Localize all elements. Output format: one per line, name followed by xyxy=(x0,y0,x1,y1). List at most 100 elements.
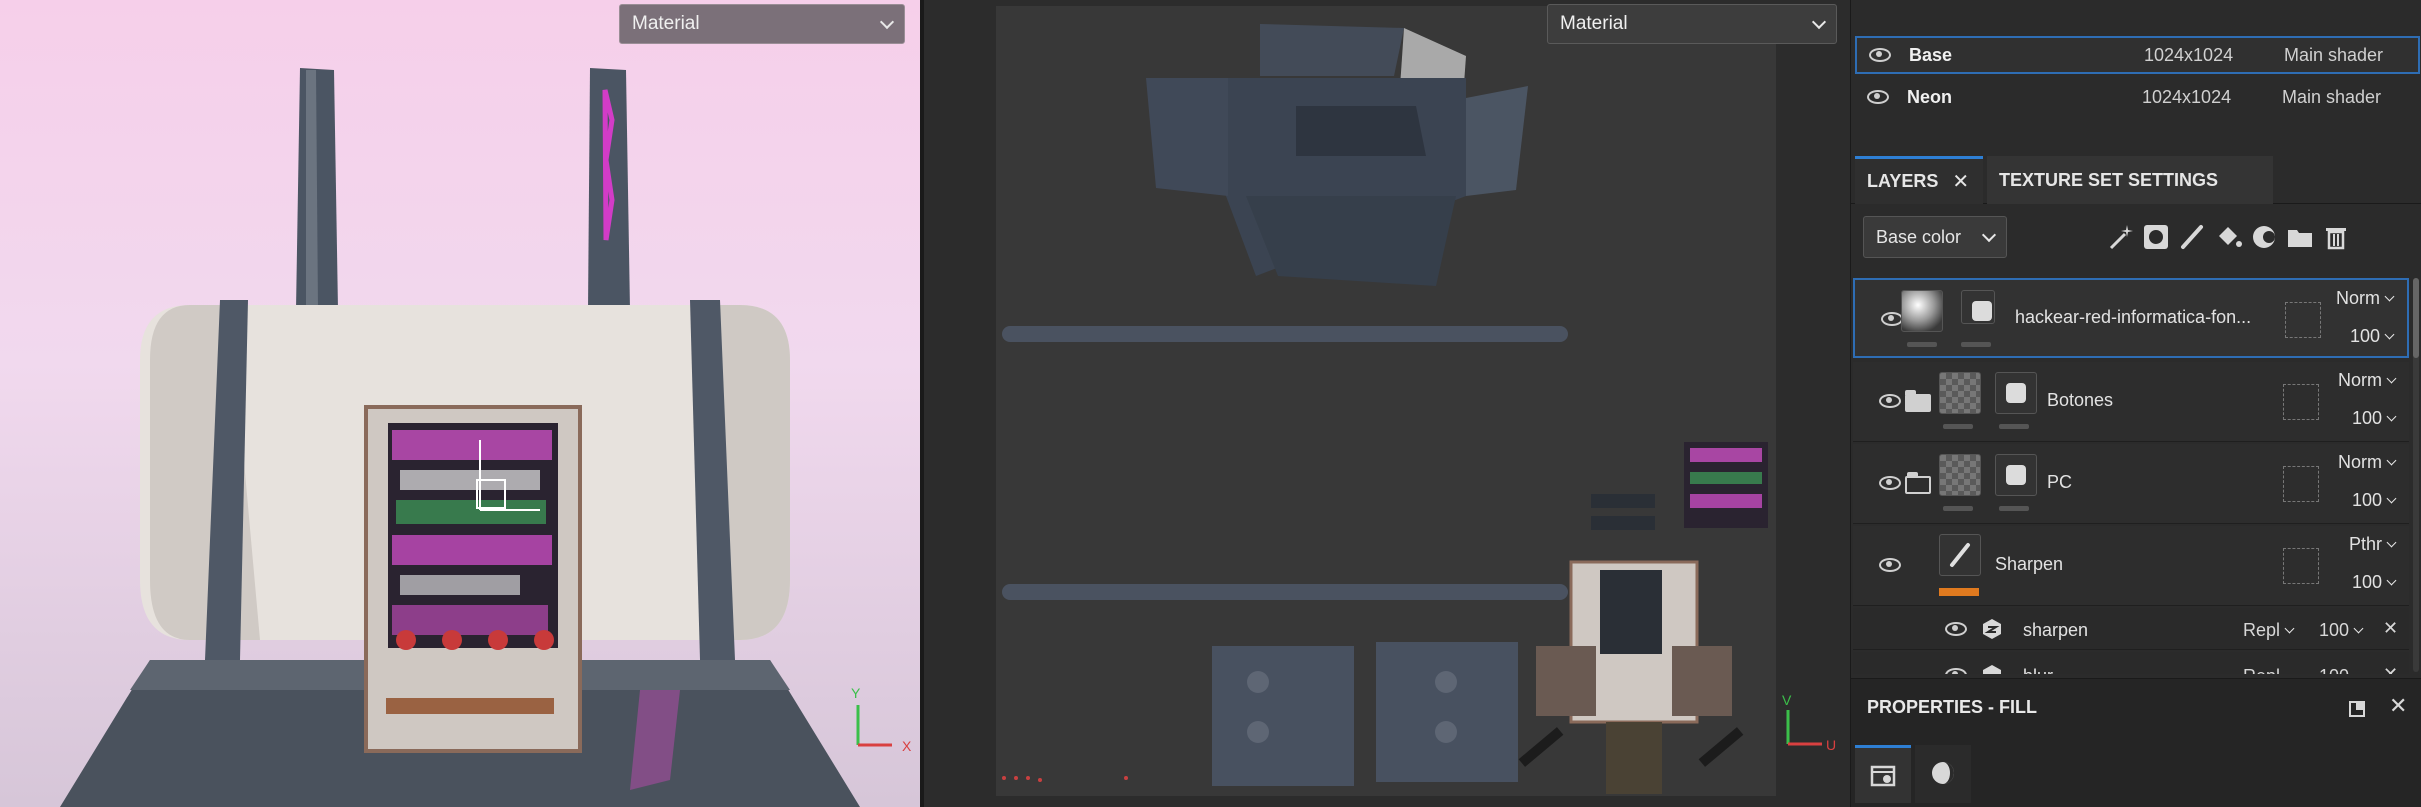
visibility-eye-icon[interactable] xyxy=(1879,476,1901,490)
visibility-eye-icon[interactable] xyxy=(1881,312,1903,326)
viewport-mode-select-3d[interactable]: Material xyxy=(619,4,905,44)
uv-islands xyxy=(1002,24,1768,794)
3d-viewport[interactable]: Y X Material xyxy=(0,0,920,807)
right-panel: Base 1024x1024 Main shader Neon 1024x102… xyxy=(1850,0,2421,807)
opacity-select[interactable]: 100 xyxy=(2319,620,2364,641)
tab-layers-label: LAYERS xyxy=(1867,171,1939,191)
model-button xyxy=(396,630,416,650)
blend-mode-select[interactable]: Norm xyxy=(2338,370,2397,391)
channel-select[interactable]: Base color xyxy=(1863,216,2007,258)
uv-island-strip xyxy=(1002,326,1568,342)
close-icon[interactable]: ✕ xyxy=(2383,664,2398,674)
mask-thumbnail[interactable] xyxy=(1995,454,2037,496)
properties-title: PROPERTIES - FILL xyxy=(1867,697,2038,717)
visibility-eye-icon[interactable] xyxy=(1867,90,1889,104)
axis-x-label: X xyxy=(902,738,912,754)
fill-bucket-icon[interactable] xyxy=(2213,222,2243,252)
opacity-select[interactable]: 100 xyxy=(2319,666,2349,674)
close-icon[interactable]: ✕ xyxy=(2383,618,2398,639)
brush-icon xyxy=(1950,543,1970,567)
layer-toolbar: Base color xyxy=(1851,210,2421,266)
geometry-mask-slot[interactable] xyxy=(2285,302,2321,338)
smart-material-icon[interactable] xyxy=(2249,222,2279,252)
properties-panel: PROPERTIES - FILL ✕ xyxy=(1851,678,2421,807)
layer-name: Sharpen xyxy=(1995,554,2064,574)
channel-select-value: Base color xyxy=(1876,226,1962,247)
layer-name: hackear-red-informatica-fon... xyxy=(2015,307,2252,327)
opacity-select[interactable]: 100 xyxy=(2352,572,2397,593)
uv-viewport[interactable]: V U Material xyxy=(924,0,1850,807)
properties-tab-material[interactable] xyxy=(1915,745,1971,803)
geometry-mask-slot[interactable] xyxy=(2283,384,2319,420)
axis-v-label: V xyxy=(1782,692,1792,708)
blend-mode-select[interactable]: Pthr xyxy=(2349,534,2397,555)
chevron-down-icon xyxy=(1981,227,1997,242)
chevron-down-icon xyxy=(1811,14,1827,29)
paint-brush-icon[interactable] xyxy=(2177,222,2207,252)
opacity-select[interactable]: 100 xyxy=(2352,490,2397,511)
layers-scrollbar[interactable] xyxy=(2413,278,2419,672)
chevron-down-icon xyxy=(879,14,895,29)
viewport-mode-select-uv[interactable]: Material xyxy=(1547,4,1837,44)
visibility-eye-icon[interactable] xyxy=(1879,558,1901,572)
texture-set-shader: Main shader xyxy=(2284,44,2384,65)
layer-row[interactable]: Botones Norm 100 xyxy=(1853,362,2409,442)
filter-color-bar xyxy=(1939,588,1979,596)
magic-wand-icon[interactable] xyxy=(2105,222,2135,252)
folder-thumbnail[interactable] xyxy=(1939,372,1981,414)
texture-set-size: 1024x1024 xyxy=(2142,86,2232,107)
close-icon[interactable]: ✕ xyxy=(1952,169,1969,194)
add-folder-icon[interactable] xyxy=(2285,222,2315,252)
material-thumbnail[interactable] xyxy=(1901,290,1943,332)
visibility-eye-icon[interactable] xyxy=(1945,622,1967,636)
effect-row-clipped[interactable]: blur Repl 100 ✕ xyxy=(1853,652,2409,674)
texture-set-row[interactable]: Neon 1024x1024 Main shader xyxy=(1855,78,2420,116)
add-mask-icon[interactable] xyxy=(2141,222,2171,252)
tab-layers[interactable]: LAYERS ✕ xyxy=(1855,156,1983,204)
panel-tabs: LAYERS ✕ TEXTURE SET SETTINGS xyxy=(1851,156,2421,204)
fill-properties-icon xyxy=(1870,765,1896,787)
layer-row[interactable]: PC Norm 100 xyxy=(1853,444,2409,524)
blend-mode-select[interactable]: Repl xyxy=(2243,666,2280,674)
blend-mode-select[interactable]: Norm xyxy=(2338,452,2397,473)
filter-icon xyxy=(1983,665,2001,674)
uv-axis-gizmo: V U xyxy=(1782,692,1836,750)
close-icon[interactable]: ✕ xyxy=(2389,693,2407,719)
mask-thumbnail[interactable] xyxy=(1961,290,1995,324)
visibility-eye-icon[interactable] xyxy=(1869,48,1891,62)
blend-mode-select[interactable]: Repl xyxy=(2243,620,2295,641)
mask-thumbnail[interactable] xyxy=(1995,372,2037,414)
material-sphere-icon xyxy=(1932,762,1954,784)
layer-row[interactable]: Sharpen Pthr 100 xyxy=(1853,526,2409,606)
texture-set-name: Neon xyxy=(1907,86,1952,107)
layer-name: Botones xyxy=(2047,390,2114,410)
visibility-eye-icon[interactable] xyxy=(1879,394,1901,408)
model-slot xyxy=(386,698,554,714)
properties-tab-fill[interactable] xyxy=(1855,745,1911,803)
blend-mode-select[interactable]: Norm xyxy=(2336,288,2395,309)
layer-row[interactable]: hackear-red-informatica-fon... Norm 100 xyxy=(1853,278,2409,358)
opacity-select[interactable]: 100 xyxy=(2352,408,2397,429)
geometry-mask-slot[interactable] xyxy=(2283,466,2319,502)
texture-set-name: Base xyxy=(1909,44,1953,65)
filter-thumbnail[interactable] xyxy=(1939,534,1981,576)
folder-thumbnail[interactable] xyxy=(1939,454,1981,496)
uv-canvas[interactable] xyxy=(996,6,1776,796)
filter-icon xyxy=(1983,619,2001,639)
axis-u-label: U xyxy=(1826,737,1836,750)
viewport-mode-label: Material xyxy=(632,13,700,34)
effect-row[interactable]: sharpen Repl 100 ✕ xyxy=(1853,608,2409,650)
texture-set-row[interactable]: Base 1024x1024 Main shader xyxy=(1855,36,2420,74)
folder-open-icon[interactable] xyxy=(1905,472,1931,494)
texture-set-shader: Main shader xyxy=(2282,86,2382,107)
geometry-mask-slot[interactable] xyxy=(2283,548,2319,584)
3d-model-render[interactable]: Y X xyxy=(0,0,920,807)
tab-texture-set-settings-label: TEXTURE SET SETTINGS xyxy=(1999,169,2219,190)
visibility-eye-icon[interactable] xyxy=(1945,668,1967,674)
maximize-icon[interactable] xyxy=(2347,699,2367,719)
opacity-select[interactable]: 100 xyxy=(2350,326,2395,347)
trash-icon[interactable] xyxy=(2321,222,2351,252)
folder-icon[interactable] xyxy=(1905,390,1931,412)
tab-texture-set-settings[interactable]: TEXTURE SET SETTINGS xyxy=(1987,156,2273,204)
viewport-mode-label: Material xyxy=(1560,13,1628,34)
